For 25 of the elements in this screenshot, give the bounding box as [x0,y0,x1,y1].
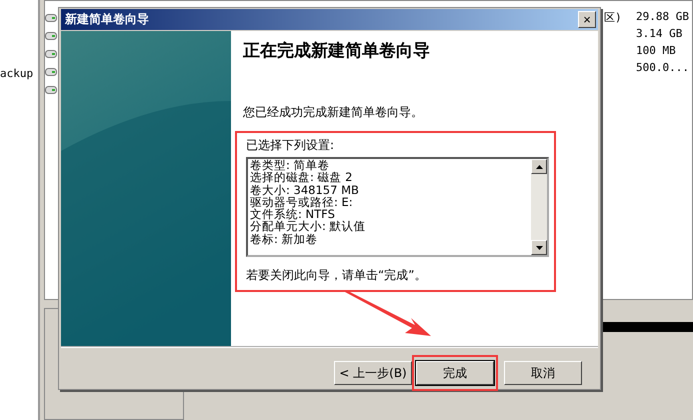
volume-label: ackup [0,67,34,80]
intro-text: 您已经成功完成新建简单卷向导。 [243,104,424,121]
capacity-cell-text: 500.0... [636,61,690,74]
settings-item: 选择的磁盘: 磁盘 2 [250,171,354,184]
settings-item: 驱动器号或路径: E: [250,196,354,208]
capacity-cell-text: 29.88 GB [636,10,690,23]
dialog-title: 新建简单卷向导 [65,11,149,28]
settings-list[interactable]: 卷类型: 简单卷 选择的磁盘: 磁盘 2 卷大小: 348157 MB 驱动器号或路径: E: 文件系统: NTFS 分配单元大小: 默认值 卷标: 新加卷 [246,157,549,257]
finish-button[interactable]: 完成 [416,361,494,385]
capacity-cell-text: 100 MB [636,44,677,57]
cancel-button[interactable]: 取消 [504,361,582,385]
scroll-up-icon[interactable] [531,159,547,174]
scroll-down-icon[interactable] [531,240,547,255]
settings-item: 卷大小: 348157 MB [250,184,360,196]
close-button[interactable]: × [578,11,596,28]
layout-label: 区) [604,10,623,25]
settings-label: 已选择下列设置: [246,137,336,154]
back-button[interactable]: < 上一步(B) [334,361,412,385]
settings-item: 文件系统: NTFS [250,208,335,220]
close-hint: 若要关闭此向导，请单击“完成”。 [246,267,428,284]
settings-item: 分配单元大小: 默认值 [250,220,367,233]
wizard-heading: 正在完成新建简单卷向导 [243,40,431,62]
settings-item: 卷类型: 简单卷 [250,159,330,172]
capacity-cell-text: 3.14 GB [636,27,684,40]
settings-item: 卷标: 新加卷 [250,232,319,246]
